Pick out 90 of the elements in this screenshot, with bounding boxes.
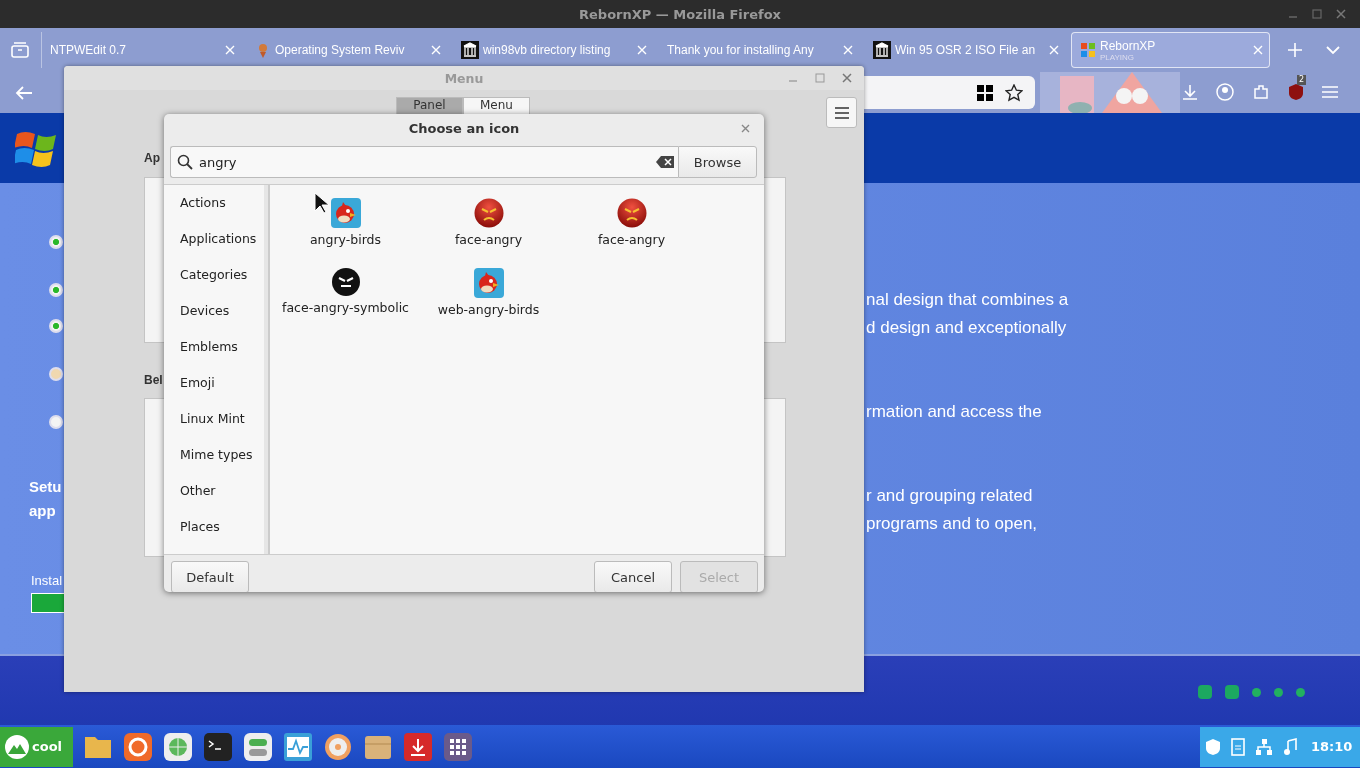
- menu-icon: [834, 106, 849, 119]
- slide-dot[interactable]: [1296, 687, 1305, 697]
- clear-icon[interactable]: [656, 156, 674, 168]
- close-icon[interactable]: [1336, 9, 1346, 19]
- category-item[interactable]: Emoji: [164, 374, 264, 410]
- category-item[interactable]: Places: [164, 518, 264, 554]
- angry-face-icon: [616, 198, 647, 228]
- tab-title: Win 95 OSR 2 ISO File an: [895, 43, 1036, 57]
- icon-item[interactable]: face-angry: [560, 198, 703, 268]
- category-item[interactable]: Categories: [164, 266, 264, 302]
- bird-icon: [330, 198, 361, 228]
- toggle-icon[interactable]: [244, 732, 272, 761]
- add-icon[interactable]: [1288, 43, 1302, 57]
- category-item[interactable]: Devices: [164, 302, 264, 338]
- tab-title: NTPWEdit 0.7: [50, 43, 127, 57]
- icon-item[interactable]: face-angry-symbolic: [274, 268, 417, 338]
- icon-item[interactable]: web-angry-birds: [417, 268, 560, 338]
- icon-label: face-angry: [597, 232, 666, 247]
- building-icon: [461, 41, 479, 59]
- globe-icon[interactable]: [164, 732, 192, 761]
- description-text: d design and exceptionally: [866, 317, 1067, 339]
- account-icon[interactable]: [1216, 83, 1234, 101]
- icon-item[interactable]: angry-birds: [274, 198, 417, 268]
- icon-label: face-angry: [454, 232, 523, 247]
- angry-face-icon: [473, 198, 504, 228]
- tab-title: Thank you for installing Any: [667, 43, 814, 57]
- download-icon[interactable]: [1182, 84, 1198, 100]
- building-icon: [873, 41, 891, 59]
- cancel-button[interactable]: Cancel: [594, 561, 672, 592]
- star-icon[interactable]: [1005, 83, 1023, 102]
- close-icon[interactable]: [741, 124, 750, 133]
- slide-dot[interactable]: [1252, 687, 1261, 697]
- slide-dot[interactable]: [1274, 687, 1283, 697]
- window-title: RebornXP — Mozilla Firefox: [579, 6, 781, 22]
- download-icon[interactable]: [404, 732, 432, 761]
- grid-icon[interactable]: [977, 84, 993, 101]
- disc-icon[interactable]: [324, 732, 352, 761]
- category-item[interactable]: Emblems: [164, 338, 264, 374]
- description-text: r and grouping related: [866, 485, 1033, 507]
- maximize-icon[interactable]: [1312, 9, 1322, 19]
- icon-label: web-angry-birds: [437, 302, 540, 317]
- menu-button[interactable]: [826, 97, 857, 128]
- network-icon[interactable]: [1255, 737, 1273, 756]
- tab-list-icon[interactable]: [11, 42, 29, 58]
- bird-icon: [473, 268, 504, 298]
- install-label: Instal: [31, 573, 63, 588]
- angry-face-icon: [331, 268, 360, 296]
- cursor-icon: [314, 192, 330, 214]
- description-text: rmation and access the: [866, 401, 1042, 423]
- document-icon[interactable]: [1231, 737, 1245, 756]
- close-icon[interactable]: [842, 73, 852, 83]
- mountain-icon: [4, 733, 30, 760]
- badge: 2: [1297, 75, 1307, 85]
- shield-icon[interactable]: [1205, 737, 1221, 756]
- description-text: programs and to open,: [866, 513, 1038, 535]
- icon-label: angry-birds: [309, 232, 382, 247]
- category-item[interactable]: Actions: [164, 194, 264, 230]
- monitor-icon[interactable]: [284, 732, 312, 761]
- tab-status: PLAYING: [1100, 52, 1135, 62]
- clock: 18:10: [1311, 739, 1353, 754]
- puzzle-icon[interactable]: [1252, 83, 1270, 101]
- category-item[interactable]: Other: [164, 482, 264, 518]
- search-icon: [177, 154, 193, 170]
- section-label: Ap: [144, 151, 160, 165]
- tab-title: win98vb directory listing: [483, 43, 611, 57]
- app-grid-icon[interactable]: [444, 732, 472, 761]
- shield-icon[interactable]: [1288, 83, 1304, 101]
- category-item[interactable]: Linux Mint: [164, 410, 264, 446]
- chevron-down-icon[interactable]: [1326, 45, 1340, 55]
- menu-icon[interactable]: [1322, 85, 1338, 99]
- tab-title: Operating System Reviv: [275, 43, 405, 57]
- terminal-icon[interactable]: [204, 732, 232, 761]
- heading-text: app: [29, 501, 56, 521]
- windows-logo-icon: [1080, 42, 1096, 58]
- category-item[interactable]: Applications: [164, 230, 264, 266]
- search-field[interactable]: angry: [170, 146, 678, 178]
- browse-button[interactable]: Browse: [678, 146, 757, 178]
- music-note-icon[interactable]: [1283, 737, 1297, 756]
- category-item[interactable]: Mime types: [164, 446, 264, 482]
- maximize-icon[interactable]: [815, 73, 825, 83]
- section-label: Bel: [144, 373, 163, 387]
- window-title: Menu: [444, 70, 484, 86]
- icon-label: face-angry-symbolic: [282, 300, 409, 315]
- description-text: nal design that combines a: [866, 289, 1069, 311]
- browser-icon[interactable]: [124, 732, 152, 761]
- default-button[interactable]: Default: [171, 561, 249, 592]
- back-arrow-icon[interactable]: [15, 85, 33, 100]
- icon-item[interactable]: face-angry: [417, 198, 560, 268]
- tab-title: RebornXP: [1100, 38, 1156, 53]
- heading-text: Setu: [29, 477, 62, 497]
